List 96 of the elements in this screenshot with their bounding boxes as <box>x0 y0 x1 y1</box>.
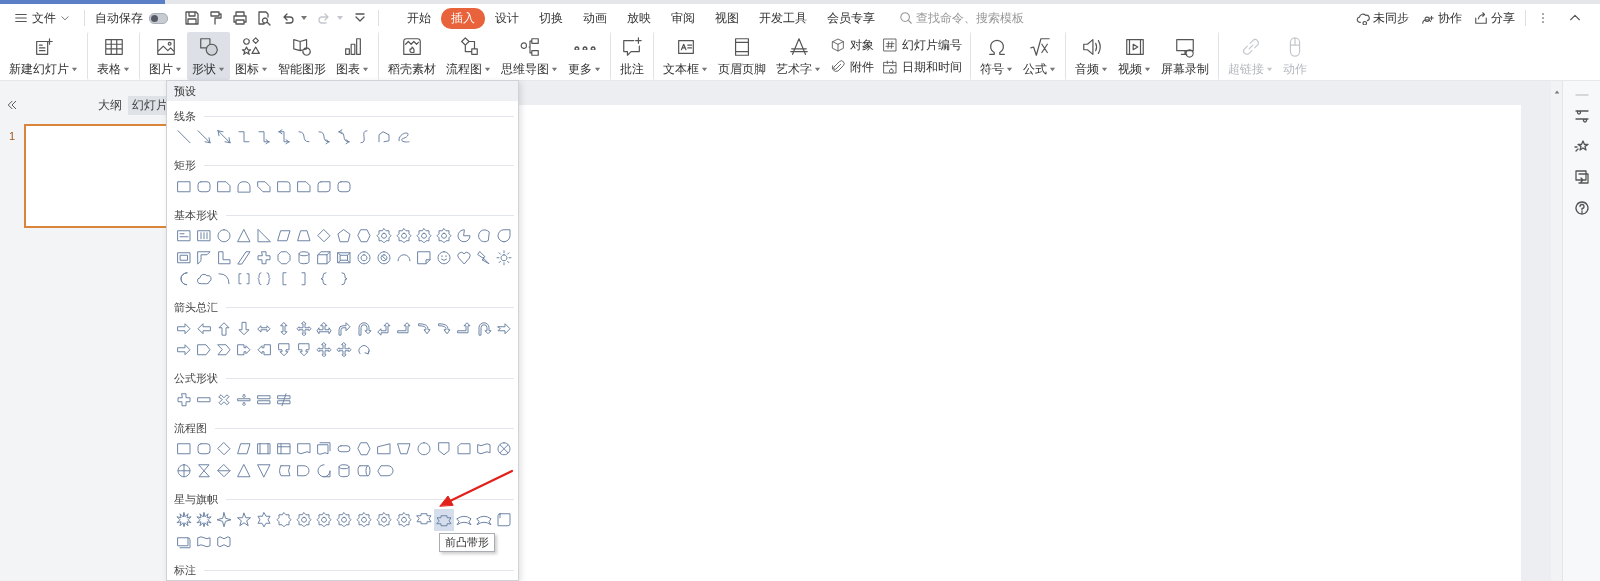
autosave-label: 自动保存 <box>95 9 143 27</box>
ribbon-button[interactable]: 文本框 <box>653 32 713 80</box>
ribbon-tab[interactable]: 切换 <box>529 7 573 29</box>
more-icon <box>573 43 596 50</box>
caret-icon <box>551 65 558 73</box>
caret-icon <box>218 65 225 73</box>
section-label: 标注 <box>174 562 196 578</box>
panel-tab[interactable]: 大纲 <box>94 95 126 115</box>
caret-icon <box>1006 65 1013 73</box>
section-label: 公式形状 <box>174 371 218 386</box>
caret-icon <box>484 65 491 73</box>
chevron-down-icon <box>60 13 70 23</box>
ribbon-button[interactable]: 音频 <box>1065 32 1113 80</box>
radical-icon <box>1028 35 1051 58</box>
sparkle-star-icon[interactable] <box>1573 138 1590 154</box>
ribbon-button[interactable]: 流程图 <box>441 32 496 80</box>
panel-handle-icon[interactable] <box>1573 93 1590 97</box>
ribbon-button[interactable]: 批注 <box>610 32 649 80</box>
sliders-icon[interactable] <box>1573 107 1590 123</box>
ribbon-tab[interactable]: 会员专享 <box>817 7 885 29</box>
scroll-up-icon[interactable] <box>1553 89 1560 95</box>
section-label: 矩形 <box>174 158 196 173</box>
caret-icon <box>814 65 821 73</box>
search-field[interactable]: 查找命令、搜索模板 <box>899 11 1049 25</box>
save-icon[interactable] <box>184 10 200 26</box>
ribbon-button[interactable]: 屏幕录制 <box>1156 32 1214 80</box>
print-icon[interactable] <box>232 10 248 26</box>
section-label: 星与旗帜 <box>174 491 218 507</box>
ribbon-tab[interactable]: 动画 <box>573 7 617 29</box>
share-icon <box>1474 11 1488 25</box>
caret-icon <box>594 65 601 73</box>
gallery-header: 预设 <box>174 83 196 99</box>
ribbon-button[interactable]: 附件 <box>830 59 874 75</box>
section-label: 流程图 <box>174 420 207 436</box>
caret-icon[interactable] <box>300 14 308 22</box>
slides-icon[interactable] <box>1573 169 1590 185</box>
caret-icon <box>1101 65 1108 73</box>
ribbon-button[interactable]: 页眉页脚 <box>713 32 771 80</box>
shape-option[interactable] <box>434 509 454 531</box>
format-painter-icon[interactable] <box>208 10 224 26</box>
section-label: 箭头总汇 <box>174 300 218 315</box>
icons-icon <box>240 35 263 58</box>
shapes-icon <box>197 35 220 58</box>
ribbon-button[interactable]: 新建幻灯片 <box>4 32 83 80</box>
caret-icon <box>1049 65 1056 73</box>
ribbon-tab[interactable]: 视图 <box>705 7 749 29</box>
menu-icon <box>14 11 28 25</box>
section-label: 基本形状 <box>174 207 218 223</box>
paperclip-icon <box>830 59 846 75</box>
ribbon-button[interactable]: 符号 <box>970 32 1018 80</box>
toolbar-action[interactable]: 分享 <box>1474 9 1515 27</box>
ribbon-button[interactable]: 思维导图 <box>496 32 563 80</box>
hash-icon <box>882 37 898 53</box>
slide-number: 1 <box>7 130 17 142</box>
ribbon-tab[interactable]: 放映 <box>617 7 661 29</box>
ribbon-button[interactable]: 图表 <box>331 32 374 80</box>
toolbar-action[interactable]: 协作 <box>1421 9 1462 27</box>
ribbon-tab[interactable]: 审阅 <box>661 7 705 29</box>
ribbon-tab[interactable]: 设计 <box>485 7 529 29</box>
asset-icon <box>401 35 423 58</box>
caret-icon <box>1144 65 1151 73</box>
ribbon-button[interactable]: 对象 <box>830 37 874 53</box>
calendar-icon <box>882 59 898 75</box>
caret-icon <box>261 65 268 73</box>
ribbon-button[interactable]: 视频 <box>1113 32 1156 80</box>
ribbon-button[interactable]: 形状 <box>187 32 230 80</box>
collapse-icon[interactable] <box>6 99 18 111</box>
word-art-icon <box>787 35 810 58</box>
ribbon-button[interactable]: 幻灯片编号 <box>882 37 962 53</box>
caret-icon <box>71 65 78 73</box>
autosave-toggle[interactable] <box>149 12 168 24</box>
section-label: 线条 <box>174 108 196 124</box>
ribbon-button[interactable]: 艺术字 <box>771 32 826 80</box>
help-icon[interactable] <box>1573 200 1590 216</box>
search-icon <box>899 11 913 25</box>
caret-icon <box>175 65 182 73</box>
ribbon-button[interactable]: 日期和时间 <box>882 59 962 75</box>
file-menu[interactable]: 文件 <box>10 7 74 29</box>
ribbon-button[interactable]: 智能图形 <box>273 32 331 80</box>
toolbar-action[interactable]: 未同步 <box>1356 9 1409 27</box>
ribbon-button[interactable]: 公式 <box>1018 32 1061 80</box>
caret-icon <box>1266 65 1273 73</box>
ribbon-button[interactable]: 图标 <box>230 32 273 80</box>
cube-icon <box>830 37 846 53</box>
caret-icon <box>701 65 708 73</box>
ribbon-tab[interactable]: 开发工具 <box>749 7 817 29</box>
cloud-icon <box>1356 11 1370 25</box>
ribbon-button[interactable]: 更多 <box>563 32 606 80</box>
comment-icon <box>621 35 643 58</box>
caret-icon <box>123 65 130 73</box>
ribbon-button[interactable]: 表格 <box>87 32 135 80</box>
ribbon-tab[interactable]: 开始 <box>397 7 441 29</box>
caret-icon <box>362 65 369 73</box>
preview-icon[interactable] <box>256 10 272 26</box>
tooltip: 前凸带形 <box>439 533 495 552</box>
mind-map-icon <box>518 35 541 58</box>
